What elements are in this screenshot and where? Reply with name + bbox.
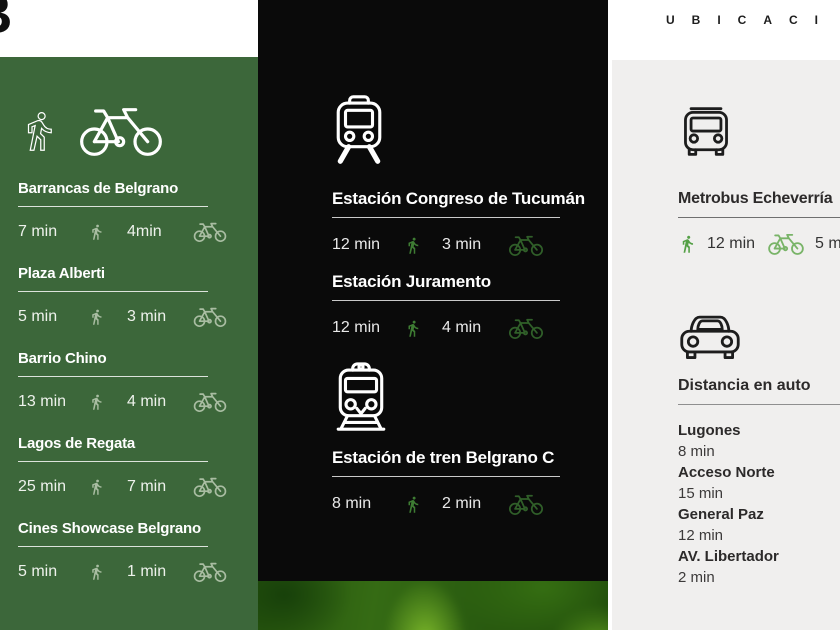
section-title: UBICACI [666,13,835,27]
bike-time: 4 min [127,393,167,410]
bicycle-icon [80,108,162,156]
bike-time: 3 min [127,308,167,325]
divider [18,461,208,462]
walk-icon [408,496,419,513]
bicycle-icon [768,233,804,255]
divider [18,291,208,292]
bicycle-icon [508,235,544,256]
walk-icon [408,237,419,254]
walk-time: 25 min [18,478,67,495]
car-routes-list: Lugones 8 min Acceso Norte 15 min Genera… [678,420,840,588]
place-item: Barrio Chino 13 min 4 min [18,350,258,414]
transit-panel: Metrobus Echeverría 12 min 5 min Distanc… [612,60,840,630]
route-time: 8 min [678,443,715,460]
bike-time: 1 min [127,563,167,580]
place-name: Barrancas de Belgrano [18,180,179,197]
metrobus-name: Metrobus Echeverría [678,190,833,207]
walk-time: 7 min [18,223,58,240]
walk-bike-panel: Barrancas de Belgrano 7 min 4min Plaza A… [0,57,258,630]
walk-icon [92,224,102,240]
divider [18,376,208,377]
place-name: Barrio Chino [18,350,107,367]
travel-times-row: 13 min 4 min [18,390,258,414]
route-name: General Paz [678,506,764,523]
divider [678,404,840,405]
walk-time: 5 min [18,563,58,580]
place-name: Cines Showcase Belgrano [18,520,201,537]
bicycle-icon [193,222,227,243]
divider [332,217,560,218]
bus-icon [684,107,728,156]
walk-time: 12 min [332,236,381,253]
bicycle-icon [193,392,227,413]
bike-time: 5 min [815,235,840,252]
place-item: Plaza Alberti 5 min 3 min [18,265,258,329]
station-item: Estación de tren Belgrano C 8 min 2 min [332,448,608,517]
grass-photo [258,581,608,630]
station-name: Estación Juramento [332,272,491,291]
walk-time: 8 min [332,495,372,512]
place-name: Plaza Alberti [18,265,105,282]
train-panel: Estación Congreso de Tucumán 12 min 3 mi… [258,0,608,581]
divider [678,217,840,218]
travel-times-row: 12 min 5 min [678,230,840,258]
walk-icon [27,111,53,152]
train-icon [336,362,386,431]
station-item: Estación Congreso de Tucumán 12 min 3 mi… [332,189,608,258]
travel-times-row: 7 min 4min [18,220,258,244]
bike-time: 4 min [442,319,482,336]
car-distance-title: Distancia en auto [678,377,811,394]
route-time: 2 min [678,569,715,586]
walk-icon [92,479,102,495]
car-icon [680,315,740,359]
walk-icon [682,235,694,253]
route-name: AV. Libertador [678,548,779,565]
place-item: Barrancas de Belgrano 7 min 4min [18,180,258,244]
bike-time: 7 min [127,478,167,495]
walk-time: 13 min [18,393,67,410]
bicycle-icon [508,494,544,515]
walk-icon [92,394,102,410]
subway-icon [332,92,386,164]
route-time: 15 min [678,485,724,502]
bike-time: 3 min [442,236,482,253]
bicycle-icon [193,477,227,498]
bike-time: 2 min [442,495,482,512]
place-item: Lagos de Regata 25 min 7 min [18,435,258,499]
bicycle-icon [508,318,544,339]
walk-bike-header-icons [18,103,258,159]
route-name: Lugones [678,422,741,439]
place-item: Cines Showcase Belgrano 5 min 1 min [18,520,258,584]
walk-time: 5 min [18,308,58,325]
bike-time: 4min [127,223,162,240]
travel-times-row: 5 min 1 min [18,560,258,584]
walk-icon [408,320,419,337]
travel-times-row: 5 min 3 min [18,305,258,329]
divider [332,300,560,301]
travel-times-row: 25 min 7 min [18,475,258,499]
divider [332,476,560,477]
travel-times-row: 8 min 2 min [332,491,608,517]
route-name: Acceso Norte [678,464,775,481]
bicycle-icon [193,562,227,583]
walk-time: 12 min [332,319,381,336]
travel-times-row: 12 min 3 min [332,232,608,258]
station-item: Estación Juramento 12 min 4 min [332,272,608,341]
walk-icon [92,309,102,325]
travel-times-row: 12 min 4 min [332,315,608,341]
divider [18,206,208,207]
station-name: Estación Congreso de Tucumán [332,189,585,208]
brand-logo: B [0,0,12,42]
divider [18,546,208,547]
station-name: Estación de tren Belgrano C [332,448,555,467]
place-name: Lagos de Regata [18,435,136,452]
ubicacion-section: B UBICACI Barrancas de Belgrano 7 min 4m… [0,0,840,630]
bicycle-icon [193,307,227,328]
walk-icon [92,564,102,580]
route-time: 12 min [678,527,724,544]
walk-time: 12 min [707,235,756,252]
